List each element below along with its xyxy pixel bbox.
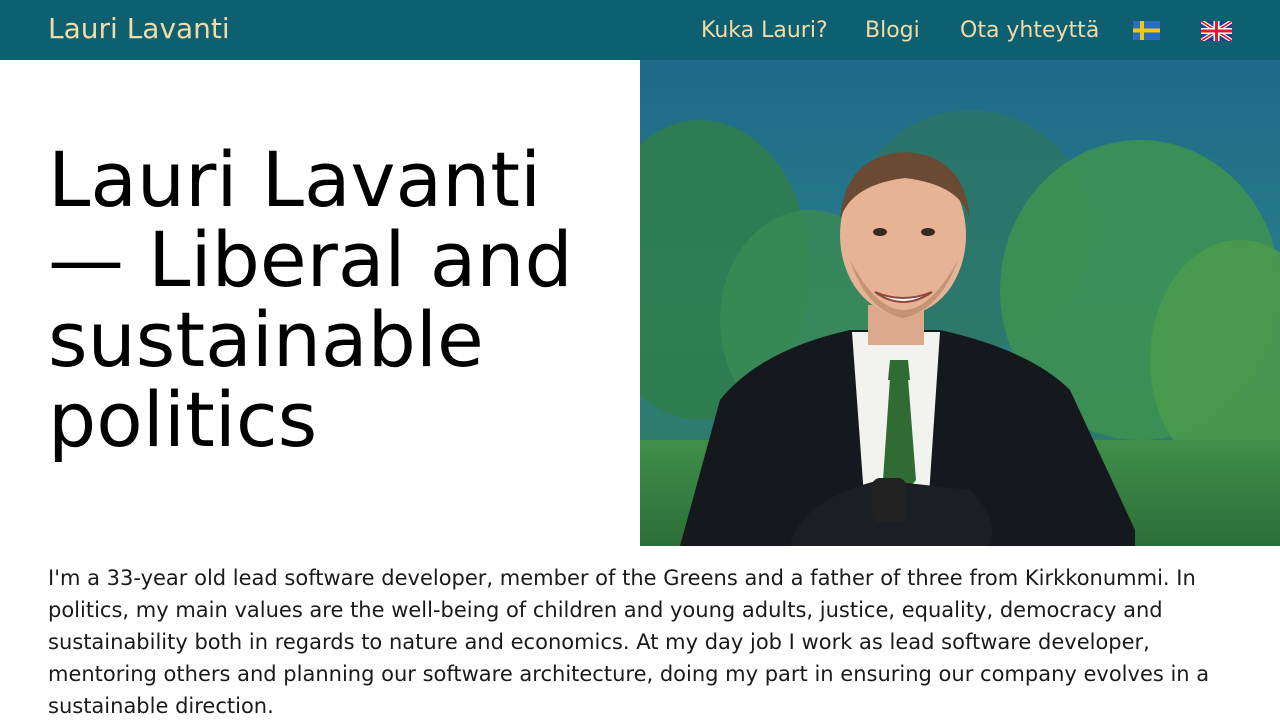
site-logo-link[interactable]: Lauri Lavanti (48, 10, 230, 48)
hero-title: Lauri Lavanti — Liberal and sustainable … (48, 135, 573, 464)
swedish-flag-icon[interactable] (1133, 21, 1160, 40)
intro-paragraph: I'm a 33-year old lead software develope… (48, 566, 1210, 718)
nav-link-blog[interactable]: Blogi (865, 16, 920, 46)
site-header: Lauri Lavanti Kuka Lauri? Blogi Ota yhte… (0, 0, 1280, 60)
nav-link-contact[interactable]: Ota yhteyttä (960, 16, 1099, 46)
nav-link-who-is-lauri[interactable]: Kuka Lauri? (701, 16, 828, 46)
hero-portrait-photo (640, 60, 1280, 546)
uk-flag-icon[interactable] (1201, 21, 1232, 41)
